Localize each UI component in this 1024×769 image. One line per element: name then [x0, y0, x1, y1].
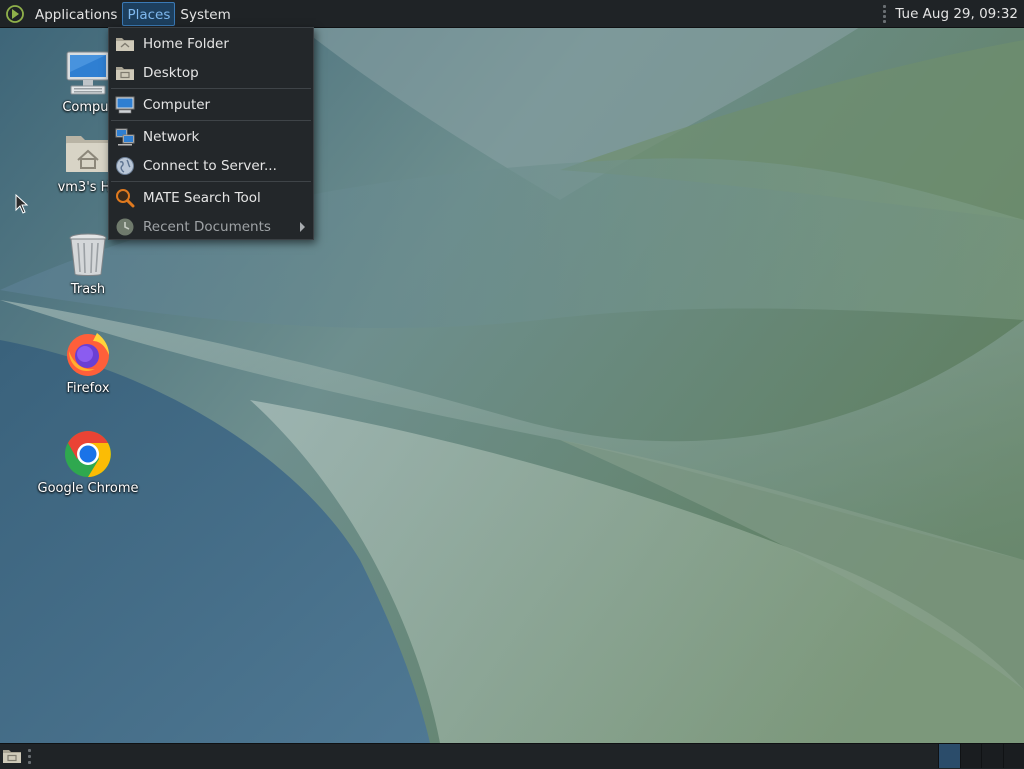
menu-item-connect-to-server[interactable]: Connect to Server... — [109, 151, 313, 180]
menu-separator — [111, 120, 311, 121]
system-menu[interactable]: System — [175, 2, 235, 26]
mate-logo-icon[interactable] — [4, 3, 26, 25]
workspace-4[interactable] — [1003, 744, 1024, 768]
network-icon — [115, 127, 135, 147]
menu-separator — [111, 88, 311, 89]
top-panel: Applications Places System Tue Aug 29, 0… — [0, 0, 1024, 28]
menu-item-network[interactable]: Network — [109, 122, 313, 151]
globe-icon — [115, 156, 135, 176]
menu-item-recent-documents[interactable]: Recent Documents — [109, 212, 313, 241]
menu-item-label: Desktop — [143, 65, 199, 81]
desktop-icon-label: Firefox — [33, 381, 143, 396]
desktop-icon-label: Google Chrome — [33, 481, 143, 496]
menu-item-label: Computer — [143, 97, 210, 113]
places-dropdown-menu: Home Folder Desktop Computer — [108, 27, 314, 240]
submenu-arrow-icon — [300, 222, 305, 232]
menu-item-label: Connect to Server... — [143, 158, 277, 174]
menu-item-mate-search-tool[interactable]: MATE Search Tool — [109, 183, 313, 212]
menu-item-home-folder[interactable]: Home Folder — [109, 29, 313, 58]
menu-item-label: MATE Search Tool — [143, 190, 261, 206]
workspace-3[interactable] — [981, 744, 1003, 768]
mouse-pointer-icon — [15, 194, 29, 214]
applications-menu[interactable]: Applications — [30, 2, 122, 26]
chrome-icon — [63, 429, 113, 479]
search-icon — [115, 188, 135, 208]
computer-icon — [115, 95, 135, 115]
computer-icon — [63, 48, 113, 98]
menu-item-label: Network — [143, 129, 199, 145]
trash-icon — [63, 230, 113, 280]
home-folder-icon — [115, 34, 135, 54]
panel-handle[interactable] — [883, 5, 887, 23]
home-folder-icon — [63, 128, 113, 178]
menu-item-label: Recent Documents — [143, 219, 271, 235]
clock[interactable]: Tue Aug 29, 09:32 — [895, 6, 1018, 22]
workspace-1[interactable] — [938, 744, 960, 768]
menu-separator — [111, 181, 311, 182]
places-menu-button[interactable]: Places — [122, 2, 175, 26]
recent-documents-icon — [115, 217, 135, 237]
workspace-2[interactable] — [960, 744, 982, 768]
panel-handle[interactable] — [28, 749, 32, 764]
show-desktop-icon[interactable] — [2, 747, 22, 765]
desktop-icon-firefox[interactable]: Firefox — [33, 329, 143, 396]
workspace-switcher[interactable] — [938, 744, 1024, 768]
desktop-icon-label: Trash — [33, 282, 143, 297]
menu-item-computer[interactable]: Computer — [109, 90, 313, 119]
desktop-icon-chrome[interactable]: Google Chrome — [33, 429, 143, 496]
menu-item-label: Home Folder — [143, 36, 229, 52]
firefox-icon — [63, 329, 113, 379]
bottom-panel — [0, 743, 1024, 769]
desktop-folder-icon — [115, 63, 135, 83]
menu-item-desktop[interactable]: Desktop — [109, 58, 313, 87]
